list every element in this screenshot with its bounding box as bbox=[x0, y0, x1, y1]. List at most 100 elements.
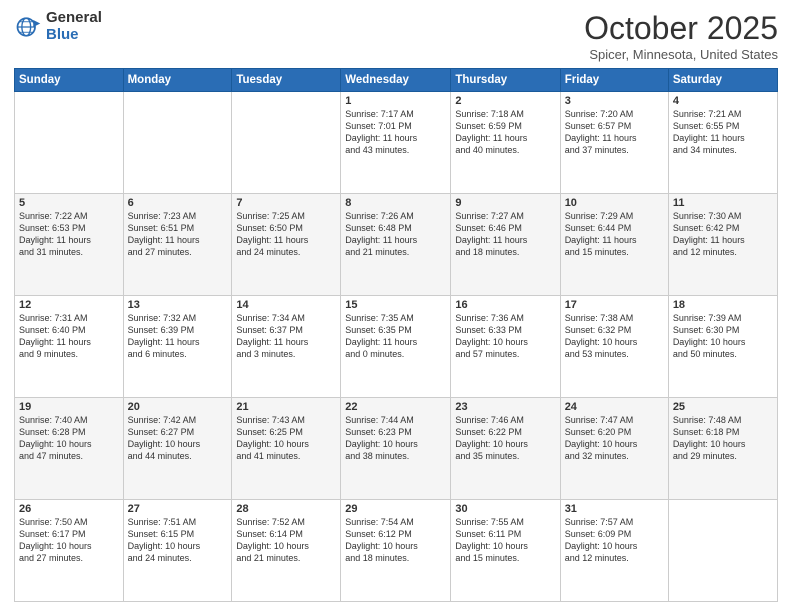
calendar-cell bbox=[123, 92, 232, 194]
calendar-week-1: 1Sunrise: 7:17 AM Sunset: 7:01 PM Daylig… bbox=[15, 92, 778, 194]
calendar-cell: 15Sunrise: 7:35 AM Sunset: 6:35 PM Dayli… bbox=[341, 296, 451, 398]
title-block: October 2025 Spicer, Minnesota, United S… bbox=[584, 10, 778, 62]
day-number: 15 bbox=[345, 299, 446, 311]
calendar-cell: 7Sunrise: 7:25 AM Sunset: 6:50 PM Daylig… bbox=[232, 194, 341, 296]
day-number: 8 bbox=[345, 197, 446, 209]
day-info: Sunrise: 7:29 AM Sunset: 6:44 PM Dayligh… bbox=[565, 210, 664, 259]
day-number: 5 bbox=[19, 197, 119, 209]
day-number: 16 bbox=[455, 299, 555, 311]
calendar-cell: 3Sunrise: 7:20 AM Sunset: 6:57 PM Daylig… bbox=[560, 92, 668, 194]
calendar-cell: 23Sunrise: 7:46 AM Sunset: 6:22 PM Dayli… bbox=[451, 398, 560, 500]
day-number: 17 bbox=[565, 299, 664, 311]
day-info: Sunrise: 7:36 AM Sunset: 6:33 PM Dayligh… bbox=[455, 312, 555, 361]
day-info: Sunrise: 7:39 AM Sunset: 6:30 PM Dayligh… bbox=[673, 312, 773, 361]
logo-icon bbox=[14, 13, 42, 41]
col-wednesday: Wednesday bbox=[341, 69, 451, 92]
day-number: 24 bbox=[565, 401, 664, 413]
day-info: Sunrise: 7:57 AM Sunset: 6:09 PM Dayligh… bbox=[565, 516, 664, 565]
day-info: Sunrise: 7:27 AM Sunset: 6:46 PM Dayligh… bbox=[455, 210, 555, 259]
day-info: Sunrise: 7:40 AM Sunset: 6:28 PM Dayligh… bbox=[19, 414, 119, 463]
day-info: Sunrise: 7:23 AM Sunset: 6:51 PM Dayligh… bbox=[128, 210, 228, 259]
day-info: Sunrise: 7:51 AM Sunset: 6:15 PM Dayligh… bbox=[128, 516, 228, 565]
calendar-cell: 2Sunrise: 7:18 AM Sunset: 6:59 PM Daylig… bbox=[451, 92, 560, 194]
day-number: 14 bbox=[236, 299, 336, 311]
day-number: 21 bbox=[236, 401, 336, 413]
calendar-cell: 31Sunrise: 7:57 AM Sunset: 6:09 PM Dayli… bbox=[560, 500, 668, 602]
calendar-cell: 17Sunrise: 7:38 AM Sunset: 6:32 PM Dayli… bbox=[560, 296, 668, 398]
calendar-cell: 21Sunrise: 7:43 AM Sunset: 6:25 PM Dayli… bbox=[232, 398, 341, 500]
calendar-cell bbox=[15, 92, 124, 194]
calendar-cell: 5Sunrise: 7:22 AM Sunset: 6:53 PM Daylig… bbox=[15, 194, 124, 296]
day-number: 7 bbox=[236, 197, 336, 209]
day-info: Sunrise: 7:52 AM Sunset: 6:14 PM Dayligh… bbox=[236, 516, 336, 565]
day-info: Sunrise: 7:46 AM Sunset: 6:22 PM Dayligh… bbox=[455, 414, 555, 463]
calendar: Sunday Monday Tuesday Wednesday Thursday… bbox=[14, 68, 778, 602]
day-number: 22 bbox=[345, 401, 446, 413]
day-number: 10 bbox=[565, 197, 664, 209]
day-number: 2 bbox=[455, 95, 555, 107]
day-number: 3 bbox=[565, 95, 664, 107]
calendar-cell: 26Sunrise: 7:50 AM Sunset: 6:17 PM Dayli… bbox=[15, 500, 124, 602]
calendar-cell: 9Sunrise: 7:27 AM Sunset: 6:46 PM Daylig… bbox=[451, 194, 560, 296]
day-info: Sunrise: 7:18 AM Sunset: 6:59 PM Dayligh… bbox=[455, 108, 555, 157]
col-friday: Friday bbox=[560, 69, 668, 92]
header: General Blue October 2025 Spicer, Minnes… bbox=[14, 10, 778, 62]
logo-blue-text: Blue bbox=[46, 27, 102, 44]
day-info: Sunrise: 7:21 AM Sunset: 6:55 PM Dayligh… bbox=[673, 108, 773, 157]
day-info: Sunrise: 7:32 AM Sunset: 6:39 PM Dayligh… bbox=[128, 312, 228, 361]
calendar-cell: 14Sunrise: 7:34 AM Sunset: 6:37 PM Dayli… bbox=[232, 296, 341, 398]
calendar-cell: 18Sunrise: 7:39 AM Sunset: 6:30 PM Dayli… bbox=[668, 296, 777, 398]
day-number: 20 bbox=[128, 401, 228, 413]
day-number: 1 bbox=[345, 95, 446, 107]
calendar-cell: 11Sunrise: 7:30 AM Sunset: 6:42 PM Dayli… bbox=[668, 194, 777, 296]
col-saturday: Saturday bbox=[668, 69, 777, 92]
calendar-cell: 8Sunrise: 7:26 AM Sunset: 6:48 PM Daylig… bbox=[341, 194, 451, 296]
calendar-cell: 20Sunrise: 7:42 AM Sunset: 6:27 PM Dayli… bbox=[123, 398, 232, 500]
day-info: Sunrise: 7:50 AM Sunset: 6:17 PM Dayligh… bbox=[19, 516, 119, 565]
calendar-cell: 16Sunrise: 7:36 AM Sunset: 6:33 PM Dayli… bbox=[451, 296, 560, 398]
day-info: Sunrise: 7:44 AM Sunset: 6:23 PM Dayligh… bbox=[345, 414, 446, 463]
calendar-cell: 28Sunrise: 7:52 AM Sunset: 6:14 PM Dayli… bbox=[232, 500, 341, 602]
day-number: 6 bbox=[128, 197, 228, 209]
day-info: Sunrise: 7:38 AM Sunset: 6:32 PM Dayligh… bbox=[565, 312, 664, 361]
day-number: 29 bbox=[345, 503, 446, 515]
day-info: Sunrise: 7:54 AM Sunset: 6:12 PM Dayligh… bbox=[345, 516, 446, 565]
calendar-cell: 1Sunrise: 7:17 AM Sunset: 7:01 PM Daylig… bbox=[341, 92, 451, 194]
day-info: Sunrise: 7:42 AM Sunset: 6:27 PM Dayligh… bbox=[128, 414, 228, 463]
day-info: Sunrise: 7:22 AM Sunset: 6:53 PM Dayligh… bbox=[19, 210, 119, 259]
location: Spicer, Minnesota, United States bbox=[584, 47, 778, 62]
calendar-cell: 29Sunrise: 7:54 AM Sunset: 6:12 PM Dayli… bbox=[341, 500, 451, 602]
day-number: 30 bbox=[455, 503, 555, 515]
day-number: 19 bbox=[19, 401, 119, 413]
calendar-cell: 13Sunrise: 7:32 AM Sunset: 6:39 PM Dayli… bbox=[123, 296, 232, 398]
calendar-cell: 4Sunrise: 7:21 AM Sunset: 6:55 PM Daylig… bbox=[668, 92, 777, 194]
day-info: Sunrise: 7:17 AM Sunset: 7:01 PM Dayligh… bbox=[345, 108, 446, 157]
col-tuesday: Tuesday bbox=[232, 69, 341, 92]
day-info: Sunrise: 7:26 AM Sunset: 6:48 PM Dayligh… bbox=[345, 210, 446, 259]
calendar-cell: 24Sunrise: 7:47 AM Sunset: 6:20 PM Dayli… bbox=[560, 398, 668, 500]
calendar-cell: 27Sunrise: 7:51 AM Sunset: 6:15 PM Dayli… bbox=[123, 500, 232, 602]
calendar-cell bbox=[668, 500, 777, 602]
calendar-week-4: 19Sunrise: 7:40 AM Sunset: 6:28 PM Dayli… bbox=[15, 398, 778, 500]
calendar-cell bbox=[232, 92, 341, 194]
month-title: October 2025 bbox=[584, 10, 778, 47]
calendar-cell: 6Sunrise: 7:23 AM Sunset: 6:51 PM Daylig… bbox=[123, 194, 232, 296]
day-number: 9 bbox=[455, 197, 555, 209]
calendar-week-5: 26Sunrise: 7:50 AM Sunset: 6:17 PM Dayli… bbox=[15, 500, 778, 602]
calendar-week-3: 12Sunrise: 7:31 AM Sunset: 6:40 PM Dayli… bbox=[15, 296, 778, 398]
calendar-cell: 10Sunrise: 7:29 AM Sunset: 6:44 PM Dayli… bbox=[560, 194, 668, 296]
day-info: Sunrise: 7:43 AM Sunset: 6:25 PM Dayligh… bbox=[236, 414, 336, 463]
day-number: 18 bbox=[673, 299, 773, 311]
day-info: Sunrise: 7:31 AM Sunset: 6:40 PM Dayligh… bbox=[19, 312, 119, 361]
day-number: 13 bbox=[128, 299, 228, 311]
logo-text: General Blue bbox=[46, 10, 102, 43]
day-number: 26 bbox=[19, 503, 119, 515]
day-info: Sunrise: 7:30 AM Sunset: 6:42 PM Dayligh… bbox=[673, 210, 773, 259]
day-info: Sunrise: 7:25 AM Sunset: 6:50 PM Dayligh… bbox=[236, 210, 336, 259]
day-number: 11 bbox=[673, 197, 773, 209]
calendar-cell: 12Sunrise: 7:31 AM Sunset: 6:40 PM Dayli… bbox=[15, 296, 124, 398]
day-number: 12 bbox=[19, 299, 119, 311]
day-number: 23 bbox=[455, 401, 555, 413]
col-sunday: Sunday bbox=[15, 69, 124, 92]
calendar-cell: 22Sunrise: 7:44 AM Sunset: 6:23 PM Dayli… bbox=[341, 398, 451, 500]
